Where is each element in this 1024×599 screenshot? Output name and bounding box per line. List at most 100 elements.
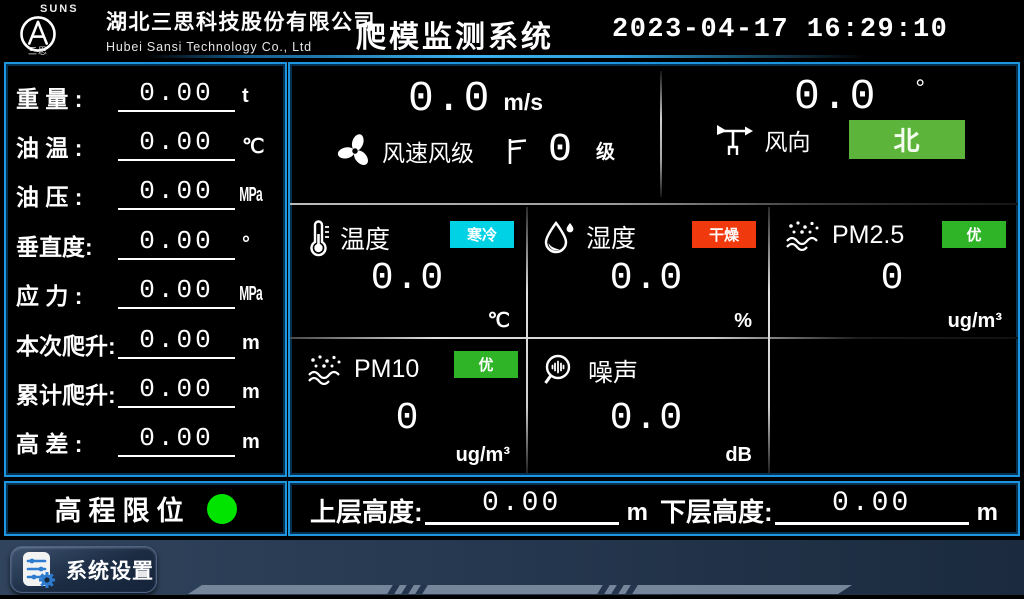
- wind-flag-icon: [504, 135, 530, 167]
- metric-label: 本次爬升:: [16, 327, 118, 361]
- upper-height-value: 0.00: [425, 490, 619, 525]
- upper-height-group: 上层高度: 0.00 m: [304, 484, 654, 533]
- pm10-cell: PM10 优 0 ug/m³: [290, 339, 526, 475]
- metric-unit: °: [235, 233, 275, 256]
- temperature-value: 0.0: [290, 257, 526, 300]
- pm25-label: PM2.5: [832, 221, 904, 250]
- lower-height-group: 下层高度: 0.00 m: [654, 484, 1004, 533]
- metrics-panel: 重 量 : 0.00 t 油 温 : 0.00 ℃ 油 压 : 0.00 MPa…: [4, 62, 287, 477]
- noise-unit: dB: [725, 444, 752, 467]
- empty-cell: [768, 339, 1018, 475]
- heights-panel: 上层高度: 0.00 m 下层高度: 0.00 m: [288, 481, 1020, 536]
- metric-label: 累计爬升:: [16, 376, 118, 410]
- metric-unit: MPa: [235, 184, 259, 207]
- wind-speed-value: 0.0: [408, 77, 491, 120]
- metric-row-weight: 重 量 : 0.00 t: [16, 72, 275, 121]
- humidity-cell: 湿度 干燥 0.0 %: [526, 205, 768, 337]
- metric-row-oil-temp: 油 温 : 0.00 ℃: [16, 121, 275, 170]
- current-climb-value: 0.00: [118, 327, 235, 359]
- droplet-icon: [542, 219, 576, 255]
- metric-label: 应 力 :: [16, 277, 118, 311]
- humidity-value: 0.0: [526, 257, 768, 300]
- metric-label: 重 量 :: [16, 80, 118, 114]
- wind-speed-section: 0.0 m/s 风速风级: [290, 64, 661, 203]
- humidity-status-badge: 干燥: [692, 221, 756, 248]
- metric-unit: m: [235, 381, 275, 404]
- wind-level-unit: 级: [596, 137, 615, 164]
- humidity-unit: %: [734, 310, 752, 333]
- environment-panel: 0.0 m/s 风速风级: [288, 62, 1020, 477]
- metric-unit: ℃: [235, 134, 275, 159]
- settings-icon: [21, 550, 57, 590]
- height-diff-value: 0.00: [118, 425, 235, 457]
- settings-button-label: 系统设置: [66, 555, 154, 585]
- elevation-limit-indicator: [207, 494, 237, 524]
- header-accent-line: [145, 55, 867, 58]
- lower-height-unit: m: [977, 501, 998, 525]
- wind-vane-icon: [715, 122, 755, 158]
- temperature-unit: ℃: [488, 308, 510, 333]
- company-name-block: 湖北三思科技股份有限公司 Hubei Sansi Technology Co.,…: [106, 6, 376, 54]
- metric-unit: t: [235, 85, 275, 108]
- humidity-label: 湿度: [586, 219, 636, 255]
- weight-value: 0.00: [118, 80, 235, 112]
- noise-value: 0.0: [526, 397, 768, 440]
- system-settings-button[interactable]: 系统设置: [10, 546, 157, 593]
- lower-height-value: 0.00: [775, 490, 969, 525]
- metric-label: 高 差 :: [16, 425, 118, 459]
- metric-row-total-climb: 累计爬升: 0.00 m: [16, 368, 275, 417]
- elevation-limit-panel: 高程限位: [4, 481, 287, 536]
- oil-pressure-value: 0.00: [118, 178, 235, 210]
- pm25-unit: ug/m³: [948, 310, 1002, 333]
- company-logo: SUNS 三思: [12, 1, 104, 55]
- fan-icon: [336, 132, 374, 170]
- metric-label: 油 压 :: [16, 178, 118, 212]
- noise-icon: [542, 353, 578, 389]
- temperature-cell: 温度 寒冷 0.0 ℃: [290, 205, 526, 337]
- datetime-display: 2023-04-17 16:29:10: [612, 15, 948, 45]
- env-row-1: 温度 寒冷 0.0 ℃ 湿度 干燥 0.0 %: [290, 205, 1018, 337]
- total-climb-value: 0.00: [118, 376, 235, 408]
- wind-direction-section: 0.0 ° 风向 北: [661, 64, 1018, 203]
- elevation-limit-label: 高程限位: [55, 489, 191, 528]
- metric-unit: m: [235, 431, 275, 454]
- metric-row-oil-pressure: 油 压 : 0.00 MPa: [16, 171, 275, 220]
- verticality-value: 0.00: [118, 228, 235, 260]
- env-row-2: PM10 优 0 ug/m³ 噪声 0.0 dB: [290, 339, 1018, 475]
- upper-height-label: 上层高度:: [310, 499, 423, 525]
- wind-row: 0.0 m/s 风速风级: [290, 64, 1018, 203]
- noise-label: 噪声: [588, 353, 638, 389]
- pm10-label: PM10: [354, 355, 419, 384]
- footer-stripe: [188, 585, 852, 594]
- wind-direction-unit: °: [915, 77, 925, 101]
- particles-icon: [306, 353, 344, 385]
- page-title: 爬模监测系统: [356, 12, 554, 56]
- pm25-status-badge: 优: [942, 221, 1006, 248]
- noise-cell: 噪声 0.0 dB: [526, 339, 768, 475]
- stress-value: 0.00: [118, 277, 235, 309]
- metric-unit: m: [235, 332, 275, 355]
- metric-row-current-climb: 本次爬升: 0.00 m: [16, 319, 275, 368]
- pm10-value: 0: [290, 397, 526, 440]
- upper-height-unit: m: [627, 501, 648, 525]
- temperature-label: 温度: [340, 220, 390, 256]
- thermometer-icon: [306, 219, 330, 257]
- temperature-status-badge: 寒冷: [450, 221, 514, 248]
- company-name-cn: 湖北三思科技股份有限公司: [106, 6, 376, 36]
- metric-label: 油 温 :: [16, 129, 118, 163]
- logo-cn-text: 三思: [28, 44, 48, 57]
- metric-row-verticality: 垂直度: 0.00 °: [16, 220, 275, 269]
- pm25-value: 0: [768, 257, 1018, 300]
- metric-row-height-diff: 高 差 : 0.00 m: [16, 418, 275, 467]
- metric-row-stress: 应 力 : 0.00 MPa: [16, 270, 275, 319]
- wind-level-value: 0: [548, 128, 572, 173]
- particles-icon: [784, 219, 822, 251]
- company-name-en: Hubei Sansi Technology Co., Ltd: [106, 40, 376, 54]
- header: SUNS 三思 湖北三思科技股份有限公司 Hubei Sansi Technol…: [0, 0, 1024, 55]
- wind-divider: [660, 71, 662, 197]
- wind-direction-badge: 北: [849, 120, 965, 159]
- wind-group-label: 风速风级: [382, 134, 474, 168]
- wind-direction-value: 0.0: [794, 75, 877, 118]
- wind-direction-label: 风向: [765, 123, 811, 157]
- pm10-status-badge: 优: [454, 351, 518, 378]
